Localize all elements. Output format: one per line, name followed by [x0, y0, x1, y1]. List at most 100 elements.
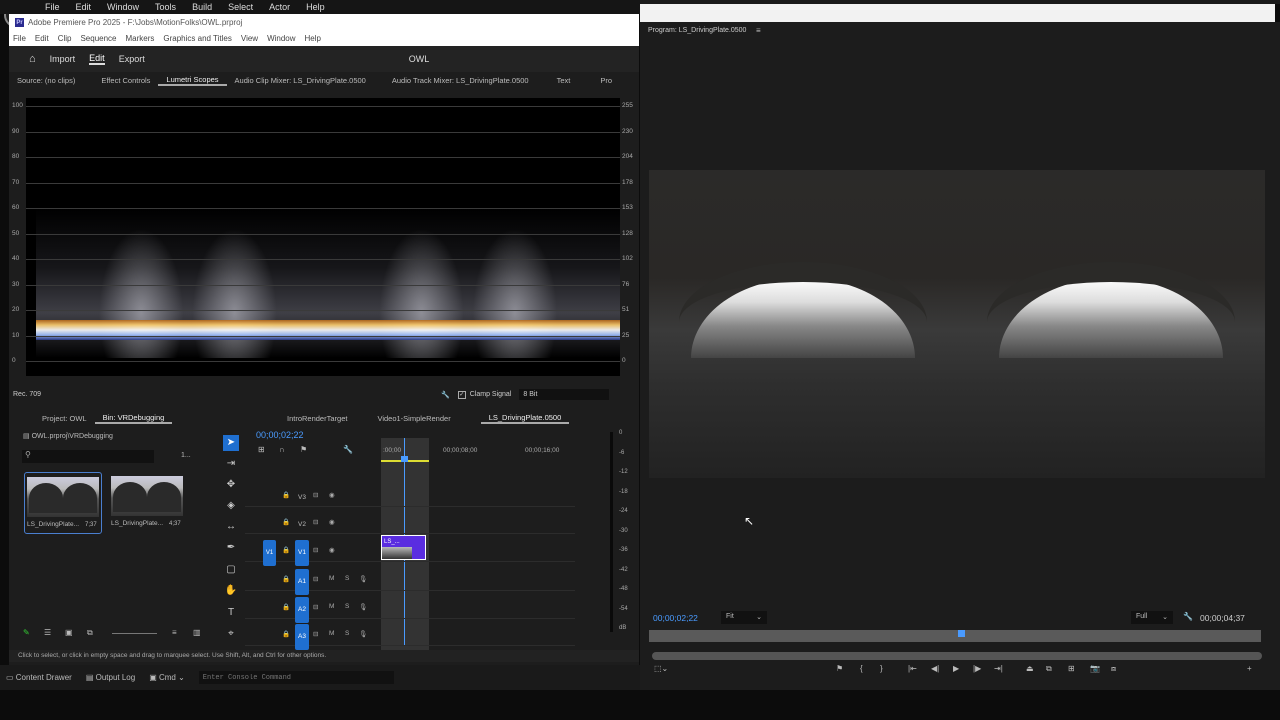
sync-lock-icon[interactable]: ⊟ [313, 630, 318, 638]
mute-button[interactable]: M [329, 603, 334, 610]
comparison-view-icon[interactable]: ⧈ [1111, 664, 1116, 674]
timeline-clip[interactable]: LS_... [381, 535, 426, 560]
solo-button[interactable]: S [345, 630, 349, 637]
pencil-icon[interactable]: ✎ [23, 628, 30, 637]
lock-icon[interactable]: 🔒 [282, 546, 290, 554]
snap-icon[interactable]: ⊞ [258, 445, 265, 454]
menu-graphics[interactable]: Graphics and Titles [163, 34, 231, 43]
tab-text[interactable]: Text [537, 76, 579, 85]
bit-depth-select[interactable]: 8 Bit [519, 389, 610, 400]
ue-menu-build[interactable]: Build [192, 2, 212, 12]
button-editor-icon[interactable]: + [1247, 664, 1252, 673]
bin-item-selected[interactable]: LS_DrivingPlate... 7;37 [24, 472, 102, 534]
sync-lock-icon[interactable]: ⊟ [313, 491, 318, 499]
eye-icon[interactable]: ◉ [329, 518, 335, 526]
menu-help[interactable]: Help [305, 34, 321, 43]
lock-icon[interactable]: 🔒 [282, 575, 290, 583]
caption-tool-icon[interactable]: ⌖ [223, 626, 239, 642]
razor-tool-icon[interactable]: ◈ [223, 498, 239, 514]
mark-out-icon[interactable]: } [880, 664, 883, 673]
clamp-checkbox[interactable]: ✓ [457, 390, 466, 399]
list-view-icon[interactable]: ☰ [44, 628, 51, 637]
eye-icon[interactable]: ◉ [329, 546, 335, 554]
microphone-icon[interactable]: 🎙 [359, 575, 367, 583]
program-playhead[interactable] [958, 630, 966, 637]
ue-menu-help[interactable]: Help [306, 2, 325, 12]
source-patch[interactable]: V1 [263, 540, 276, 566]
menu-markers[interactable]: Markers [126, 34, 155, 43]
edit-tab[interactable]: Edit [89, 53, 105, 65]
eye-icon[interactable]: ◉ [329, 491, 335, 499]
tab-effect-controls[interactable]: Effect Controls [83, 76, 158, 85]
panel-menu-icon[interactable]: ≡ [756, 26, 761, 35]
track-select-tool-icon[interactable]: ⇥ [223, 456, 239, 472]
freeform-view-icon[interactable]: ⧉ [87, 628, 93, 638]
content-drawer-button[interactable]: ▭ Content Drawer [6, 673, 72, 682]
go-to-out-icon[interactable]: ⇥| [994, 664, 1003, 673]
play-icon[interactable]: ▶ [953, 664, 959, 673]
timeline-timecode[interactable]: 00;00;02;22 [256, 430, 304, 440]
tab-bin[interactable]: Bin: VRDebugging [94, 413, 173, 424]
type-tool-icon[interactable]: T [223, 605, 239, 621]
solo-button[interactable]: S [345, 603, 349, 610]
sort-icon[interactable]: ≡ [172, 628, 177, 637]
mute-button[interactable]: M [329, 575, 334, 582]
step-back-icon[interactable]: ◀| [931, 664, 939, 673]
sync-lock-icon[interactable]: ⊟ [313, 603, 318, 611]
lock-icon[interactable]: 🔒 [282, 603, 290, 611]
solo-button[interactable]: S [345, 575, 349, 582]
ue-menu-tools[interactable]: Tools [155, 2, 176, 12]
mark-in-icon[interactable]: { [860, 664, 863, 673]
quality-dropdown[interactable]: Full ⌄ [1131, 611, 1173, 624]
search-input[interactable]: ⚲ [22, 450, 154, 463]
go-to-in-icon[interactable]: |⇤ [908, 664, 917, 673]
lock-icon[interactable]: 🔒 [282, 491, 290, 499]
slip-tool-icon[interactable]: ↔ [223, 519, 239, 535]
microphone-icon[interactable]: 🎙 [359, 630, 367, 638]
lock-icon[interactable]: 🔒 [282, 518, 290, 526]
selection-tool-icon[interactable]: ➤ [223, 435, 239, 451]
sync-lock-icon[interactable]: ⊟ [313, 518, 318, 526]
colorspace-label[interactable]: Rec. 709 [13, 391, 41, 398]
export-frame-icon[interactable]: 📷 [1090, 664, 1100, 673]
cmd-dropdown[interactable]: ▣ Cmd ⌄ [149, 673, 185, 682]
zoom-slider[interactable] [112, 633, 157, 634]
insert-icon[interactable]: ⊞ [1068, 664, 1075, 673]
tab-more[interactable]: Pro [578, 76, 620, 85]
sync-lock-icon[interactable]: ⊟ [313, 546, 318, 554]
microphone-icon[interactable]: 🎙 [359, 603, 367, 611]
add-marker-icon[interactable]: ⚑ [300, 445, 307, 454]
pen-tool-icon[interactable]: ✒ [223, 540, 239, 556]
sync-lock-icon[interactable]: ⊟ [313, 575, 318, 583]
track-target-a3[interactable]: A3 [295, 624, 309, 650]
track-target-a2[interactable]: A2 [295, 597, 309, 623]
safe-margins-icon[interactable]: ⬚⌄ [654, 664, 668, 673]
menu-window[interactable]: Window [267, 34, 295, 43]
rectangle-tool-icon[interactable]: ▢ [223, 562, 239, 578]
icon-view-icon[interactable]: ▣ [65, 628, 73, 637]
track-target-v3[interactable]: V3 [295, 485, 309, 511]
export-tab[interactable]: Export [119, 54, 145, 64]
bin-item[interactable]: LS_DrivingPlate... 4;37 [109, 472, 187, 534]
zoom-scrollbar[interactable] [652, 652, 1262, 660]
ue-menu-edit[interactable]: Edit [76, 2, 92, 12]
tab-audio-clip-mixer[interactable]: Audio Clip Mixer: LS_DrivingPlate.0500 [227, 76, 374, 85]
ue-menu-window[interactable]: Window [107, 2, 139, 12]
menu-view[interactable]: View [241, 34, 258, 43]
menu-file[interactable]: File [13, 34, 26, 43]
tab-audio-track-mixer[interactable]: Audio Track Mixer: LS_DrivingPlate.0500 [374, 76, 537, 85]
linked-selection-icon[interactable]: ∩ [279, 445, 285, 454]
tab-ls-drivingplate[interactable]: LS_DrivingPlate.0500 [480, 413, 570, 424]
program-timecode[interactable]: 00;00;02;22 [653, 613, 698, 623]
playhead-handle[interactable] [401, 456, 408, 462]
menu-sequence[interactable]: Sequence [80, 34, 116, 43]
tab-project[interactable]: Project: OWL [34, 414, 95, 423]
menu-clip[interactable]: Clip [58, 34, 72, 43]
track-target-a1[interactable]: A1 [295, 569, 309, 595]
ripple-edit-tool-icon[interactable]: ✥ [223, 477, 239, 493]
tab-intro-render-target[interactable]: IntroRenderTarget [279, 414, 355, 423]
new-bin-icon[interactable]: ▥ [193, 628, 201, 637]
ue-menu-actor[interactable]: Actor [269, 2, 290, 12]
mute-button[interactable]: M [329, 630, 334, 637]
menu-edit[interactable]: Edit [35, 34, 49, 43]
